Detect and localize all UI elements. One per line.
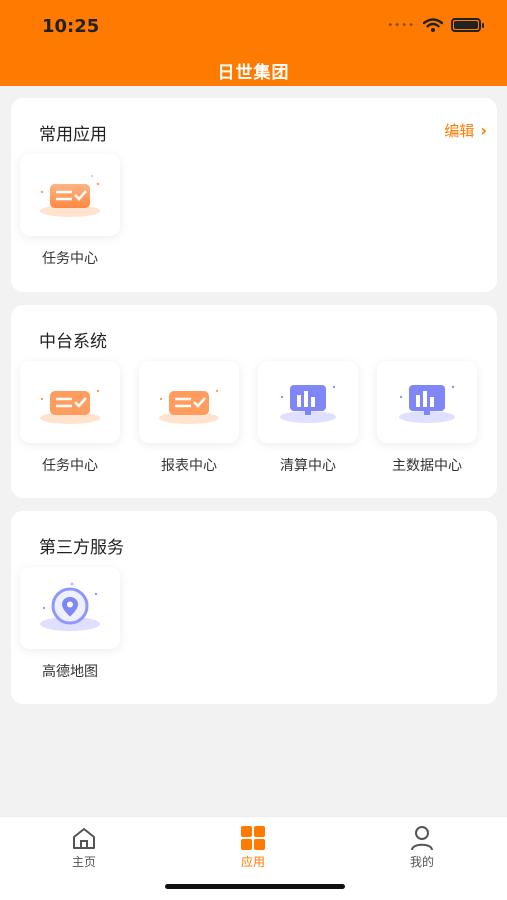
app-label: 报表中心	[161, 458, 217, 474]
app-task-center[interactable]: 任务中心	[20, 361, 120, 475]
task-card-icon	[40, 389, 100, 424]
app-tile	[377, 361, 477, 443]
tab-label: 应用	[240, 855, 265, 869]
signal-icon: ••••	[387, 19, 415, 31]
app-header: 10:25 •••• 日世集团	[0, 0, 507, 86]
edit-label: 编辑	[444, 122, 475, 140]
platform-systems-card: 中台系统 任务中心 报表中心 清算中心 主数据中心	[11, 305, 497, 498]
status-bar: 10:25 ••••	[0, 0, 507, 50]
app-label: 高德地图	[42, 664, 98, 680]
chevron-right-icon: ›	[480, 121, 487, 140]
section-title: 中台系统	[39, 332, 107, 352]
map-pin-icon	[40, 582, 100, 631]
tab-apps[interactable]: 应用	[213, 825, 293, 870]
tab-home[interactable]: 主页	[44, 825, 124, 870]
app-master-data-center[interactable]: 主数据中心	[377, 361, 477, 475]
app-label: 任务中心	[42, 458, 98, 474]
app-label: 主数据中心	[392, 458, 462, 474]
task-card-icon	[40, 175, 100, 217]
home-icon	[73, 828, 95, 849]
app-tile	[139, 361, 239, 443]
tab-me[interactable]: 我的	[382, 825, 462, 870]
task-card-icon	[159, 389, 219, 424]
app-report-center[interactable]: 报表中心	[139, 361, 239, 475]
third-party-services-card: 第三方服务 高德地图	[11, 511, 497, 704]
app-tile	[20, 154, 120, 236]
app-amap[interactable]: 高德地图	[20, 567, 120, 681]
app-tile	[20, 361, 120, 443]
status-time: 10:25	[42, 16, 100, 37]
section-title: 常用应用	[39, 125, 107, 145]
app-label: 任务中心	[42, 251, 98, 267]
status-icons: ••••	[387, 18, 484, 32]
app-tile	[20, 567, 120, 649]
grid-icon	[241, 826, 265, 850]
app-label: 清算中心	[280, 458, 336, 474]
edit-link[interactable]: 编辑 ›	[444, 120, 487, 141]
monitor-chart-icon	[399, 385, 455, 423]
wifi-icon	[423, 18, 443, 32]
tab-label: 我的	[409, 855, 434, 869]
user-icon	[411, 826, 433, 851]
tab-label: 主页	[71, 855, 96, 869]
app-tile	[258, 361, 358, 443]
app-clearing-center[interactable]: 清算中心	[258, 361, 358, 475]
page-title: 日世集团	[217, 63, 290, 83]
battery-icon	[451, 18, 484, 32]
monitor-chart-icon	[280, 385, 336, 423]
home-indicator	[165, 884, 345, 889]
section-title: 第三方服务	[39, 538, 124, 558]
common-apps-card: 常用应用 编辑 › 任务中心	[11, 98, 497, 292]
app-task-center[interactable]: 任务中心	[20, 154, 120, 268]
